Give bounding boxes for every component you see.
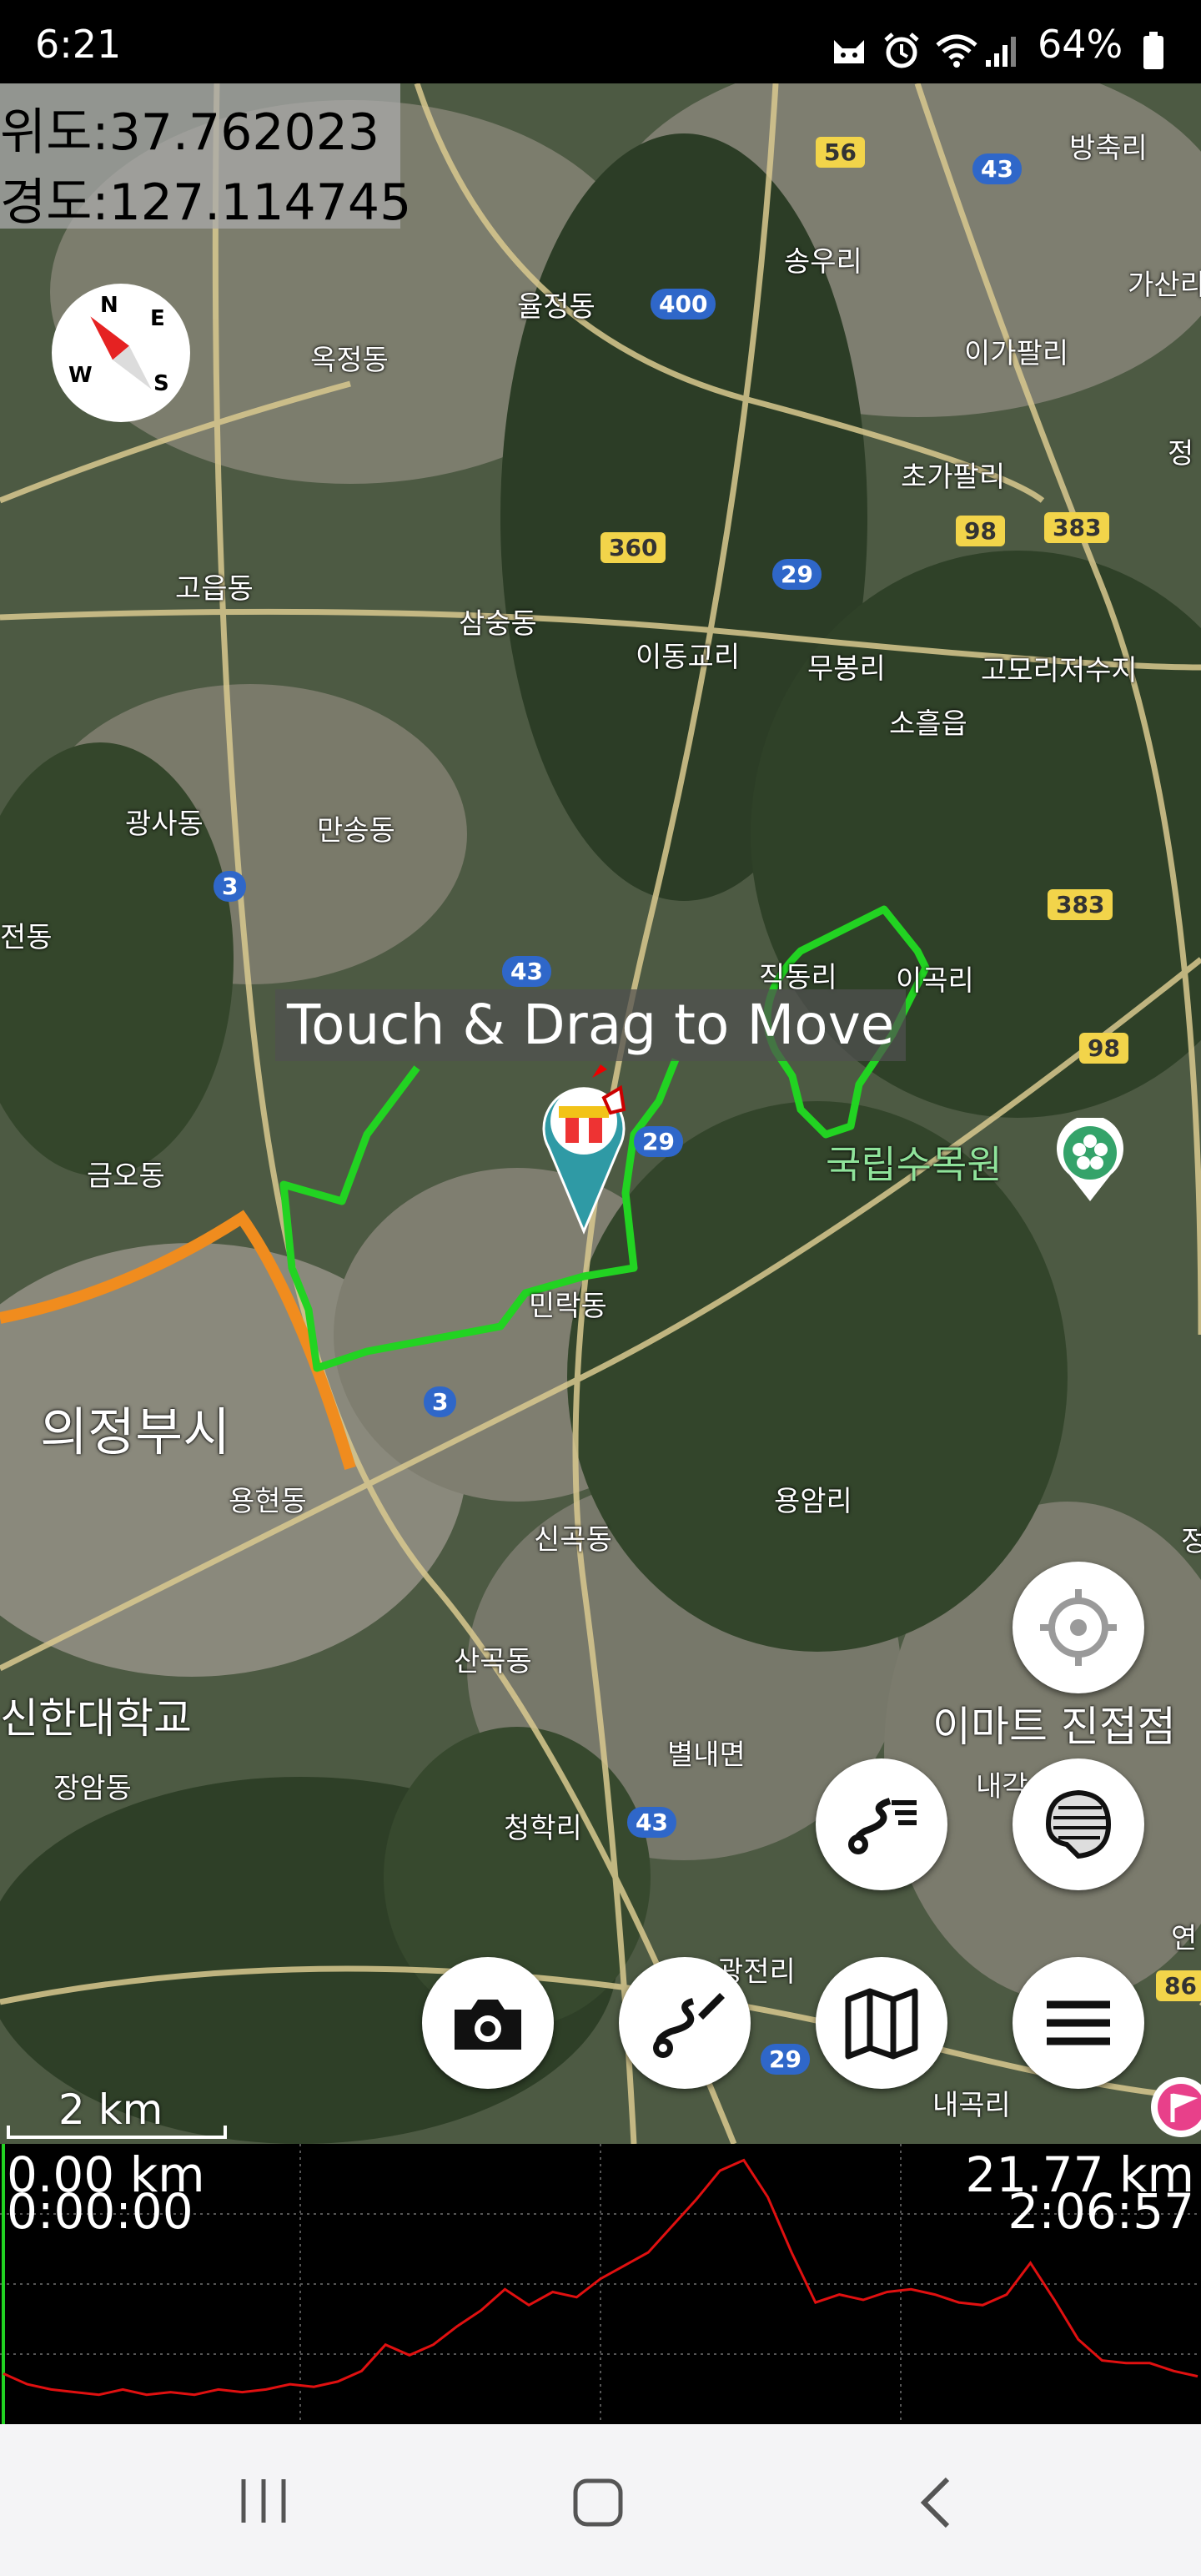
latitude-readout: 위도:37.762023 [0, 103, 380, 162]
map-icon [845, 1988, 918, 2060]
route-edit-icon [653, 1993, 725, 2058]
road-shield: 360 [600, 532, 666, 563]
place-label: 이동교리 [636, 641, 741, 674]
place-label: 고읍동 [175, 572, 254, 606]
road-shield: 56 [816, 137, 865, 168]
road-shield: 29 [772, 559, 822, 590]
compass[interactable]: N E S W [52, 284, 190, 422]
map-layer-button[interactable] [1013, 1758, 1144, 1890]
locate-button[interactable] [1013, 1562, 1144, 1693]
place-label: 신곡동 [534, 1523, 612, 1557]
wifi-icon [936, 34, 977, 68]
road-shield: 3 [424, 1386, 457, 1417]
place-label: 삼숭동 [459, 607, 537, 641]
cat-notification-icon [834, 40, 864, 63]
road-shield: 43 [627, 1807, 676, 1838]
road-shield: 98 [956, 516, 1005, 546]
back-icon[interactable] [916, 2476, 956, 2529]
coordinates-panel: 위도:37.762023 경도:127.114745 [0, 83, 411, 232]
compass-n: N [100, 293, 118, 318]
road-shield: 383 [1044, 512, 1110, 543]
compass-e: E [150, 306, 165, 331]
place-label: 산곡동 [454, 1645, 532, 1678]
place-label: 율정동 [517, 290, 595, 324]
place-label: 옥정동 [310, 344, 389, 377]
menu-button[interactable] [1013, 1957, 1144, 2089]
compass-s: S [153, 371, 169, 396]
flag-poi-icon[interactable] [1148, 2074, 1201, 2141]
place-label: 무봉리 [807, 652, 886, 686]
menu-icon [1047, 2000, 1110, 2045]
map-button[interactable] [816, 1957, 947, 2089]
place-label: 초가팔리 [901, 460, 1006, 494]
place-label: 별내면 [667, 1738, 746, 1772]
camera-icon [455, 2000, 521, 2050]
place-label: 용암리 [774, 1485, 852, 1518]
place-label: 가산리 [1128, 269, 1201, 302]
navigation-bar [0, 2424, 1201, 2576]
place-label: 청학리 [504, 1812, 582, 1845]
city-label: 의정부시 [40, 1401, 231, 1462]
longitude-readout: 경도:127.114745 [0, 174, 412, 232]
place-label: 용현동 [229, 1485, 307, 1518]
drag-hint-label: Touch & Drag to Move [275, 989, 907, 1061]
place-label: 방축리 [1069, 132, 1148, 165]
alarm-icon [884, 33, 919, 68]
home-icon[interactable] [572, 2478, 624, 2528]
place-label: 광사동 [125, 808, 204, 841]
route-edit-button[interactable] [619, 1957, 751, 2089]
place-label: 이가팔리 [964, 337, 1069, 370]
road-shield: 98 [1079, 1033, 1128, 1064]
end-time: 2:06:57 [1008, 2183, 1194, 2240]
compass-w: W [68, 363, 93, 388]
battery-icon [1143, 32, 1163, 69]
crosshair-icon [1040, 1589, 1117, 1666]
road-shield: 86 [1156, 1970, 1201, 2001]
road-shield: 383 [1048, 889, 1113, 920]
road-shield: 3 [214, 871, 247, 902]
signal-icon [986, 37, 1016, 67]
place-label: 소흘읍 [889, 707, 967, 741]
place-label: 만송동 [317, 814, 395, 848]
place-label: 내곡리 [932, 2089, 1011, 2122]
arboretum-poi-icon[interactable] [1053, 1118, 1128, 1205]
road-shield: 43 [972, 153, 1022, 184]
road-shield: 43 [502, 956, 551, 987]
route-list-icon [848, 1798, 917, 1854]
battery-percent: 64% [1038, 22, 1123, 67]
place-label: 이곡리 [896, 964, 974, 998]
arboretum-label: 국립수목원 [826, 1142, 1003, 1187]
road-shield: 29 [761, 2044, 810, 2075]
layer-icon [1045, 1789, 1112, 1859]
route-list-button[interactable] [816, 1758, 947, 1890]
place-label: 민락동 [529, 1290, 607, 1323]
compass-icon: N E S W [68, 293, 169, 396]
place-label: 정 [1181, 1525, 1201, 1558]
status-time: 6:21 [35, 22, 122, 67]
elevation-profile[interactable]: 0.00 km 0:00:00 21.77 km 2:06:57 [0, 2144, 1201, 2424]
place-label: 장암동 [53, 1772, 132, 1805]
start-time: 0:00:00 [7, 2183, 193, 2240]
place-label: 전동 [0, 921, 53, 954]
road-shield: 400 [651, 289, 716, 319]
scale-label: 2 km [58, 2085, 163, 2134]
current-location-marker[interactable] [534, 1064, 659, 1248]
place-label: 연 [1171, 1922, 1198, 1955]
place-label: 송우리 [784, 245, 862, 279]
place-label: 신한대학교 [0, 1694, 192, 1743]
place-label: 이마트 진접점 [932, 1703, 1176, 1751]
place-label: 정 [1168, 437, 1194, 470]
status-bar: 6:21 64% [0, 0, 1201, 83]
recent-apps-icon[interactable] [239, 2478, 289, 2524]
camera-button[interactable] [422, 1957, 554, 2089]
place-label: 금오동 [87, 1160, 165, 1193]
place-label: 고모리저수지 [981, 654, 1138, 687]
